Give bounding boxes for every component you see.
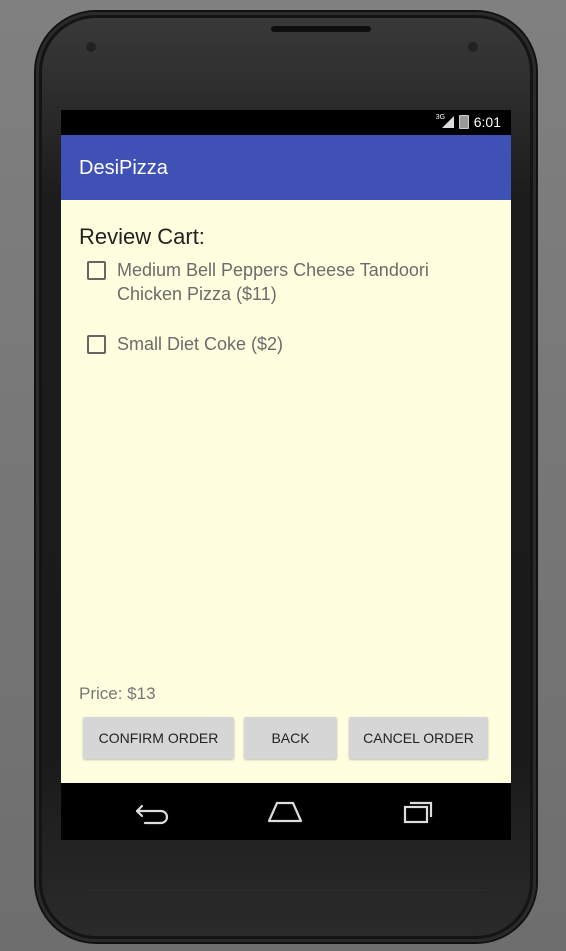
network-type-label: 3G: [435, 114, 446, 121]
cart-item-label: Medium Bell Peppers Cheese Tandoori Chic…: [117, 260, 429, 304]
coke-checkbox[interactable]: [87, 335, 106, 354]
clock: 6:01: [473, 114, 501, 130]
confirm-order-button[interactable]: CONFIRM ORDER: [83, 717, 234, 759]
order-actions: CONFIRM ORDER BACK CANCEL ORDER: [83, 717, 493, 759]
cart-item-list: Medium Bell Peppers Cheese Tandoori Chic…: [87, 258, 497, 382]
review-cart-heading: Review Cart:: [79, 224, 205, 249]
home-icon[interactable]: [265, 797, 305, 827]
cart-item-label: Small Diet Coke ($2): [117, 334, 284, 354]
front-camera-dot: [468, 42, 478, 52]
bezel-edge: [86, 890, 486, 891]
cancel-order-button[interactable]: CANCEL ORDER: [349, 717, 488, 759]
emulator-stage: 3G 6:01 DesiPizza Review Cart: Medium Be…: [0, 0, 566, 951]
pizza-checkbox[interactable]: [87, 261, 106, 280]
cart-item-coke[interactable]: Small Diet Coke ($2): [87, 332, 497, 356]
device-screen: 3G 6:01 DesiPizza Review Cart: Medium Be…: [61, 110, 511, 840]
total-price: Price: $13: [79, 684, 156, 703]
battery-icon: [458, 115, 469, 129]
earpiece-speaker: [271, 26, 371, 32]
app-title: DesiPizza: [79, 157, 168, 179]
back-button[interactable]: BACK: [244, 717, 337, 759]
mobile-signal-icon: 3G: [436, 114, 454, 128]
status-bar: 3G 6:01: [61, 110, 511, 135]
front-sensor-dot: [86, 42, 96, 52]
app-bar: DesiPizza: [61, 135, 511, 200]
cart-item-pizza[interactable]: Medium Bell Peppers Cheese Tandoori Chic…: [87, 258, 497, 306]
system-navigation-bar: [61, 783, 511, 840]
recents-icon[interactable]: [397, 797, 437, 827]
back-icon[interactable]: [133, 797, 173, 827]
cart-screen: Review Cart: Medium Bell Peppers Cheese …: [61, 200, 511, 783]
